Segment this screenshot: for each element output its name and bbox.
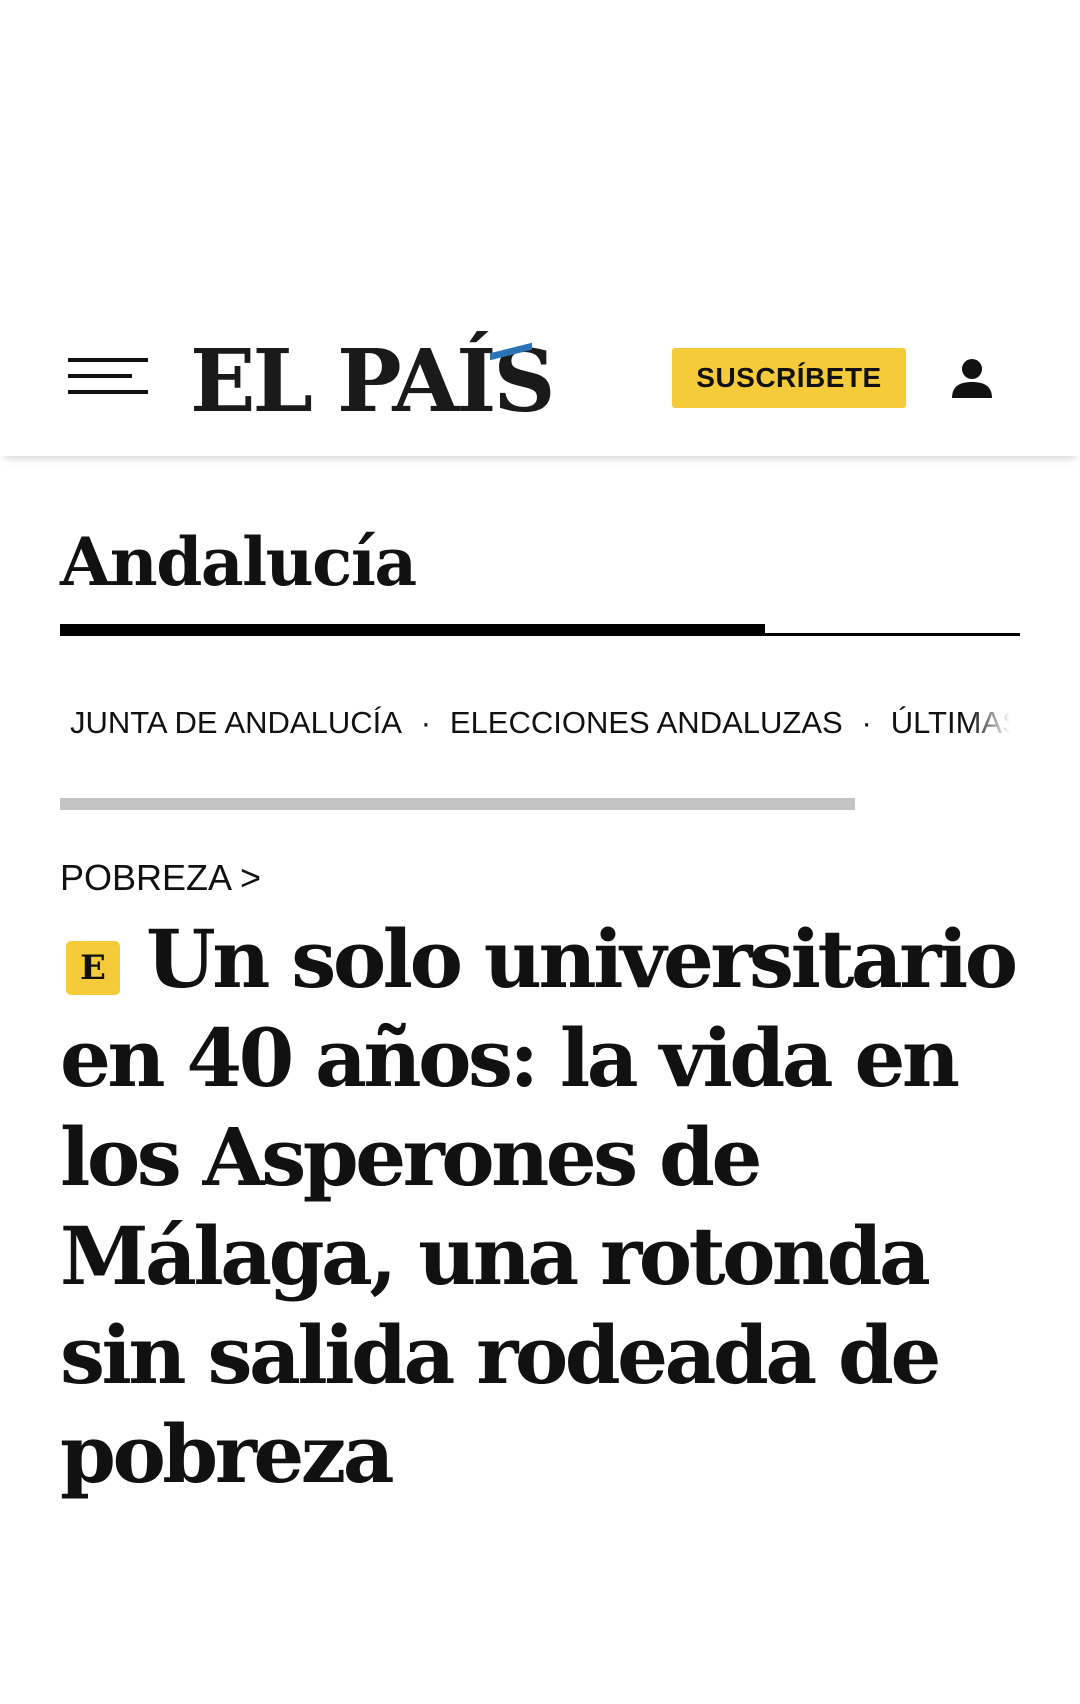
subnav-fade	[970, 698, 1010, 748]
subnav-item-junta[interactable]: JUNTA DE ANDALUCÍA	[70, 705, 402, 740]
site-logo[interactable]: EL PAÍS	[190, 332, 590, 432]
subnav-scrollbar[interactable]	[60, 798, 855, 810]
section-subnav: JUNTA DE ANDALUCÍA · ELECCIONES ANDALUZAS ·…	[70, 698, 1010, 748]
article-headline-text: Un solo universitario en 40 años: la vid…	[60, 912, 1018, 1501]
subnav-separator: ·	[861, 705, 872, 740]
logo-text: EL PAÍS	[190, 331, 555, 432]
premium-badge-icon: E	[66, 941, 120, 995]
subnav-item-elecciones[interactable]: ELECCIONES ANDALUZAS	[450, 705, 843, 740]
article-headline[interactable]: E Un solo universitario en 40 años: la vi…	[60, 910, 1020, 1504]
subscribe-button[interactable]: SUSCRÍBETE	[672, 348, 906, 408]
site-header: EL PAÍS SUSCRÍBETE	[0, 310, 1080, 456]
hamburger-menu-icon[interactable]	[68, 354, 148, 402]
section-rule-thick	[60, 624, 765, 636]
ad-space	[0, 0, 1080, 310]
user-icon[interactable]	[950, 356, 994, 400]
article-kicker[interactable]: POBREZA >	[60, 856, 261, 900]
section-title[interactable]: Andalucía	[60, 522, 417, 602]
subnav-separator: ·	[420, 705, 432, 740]
